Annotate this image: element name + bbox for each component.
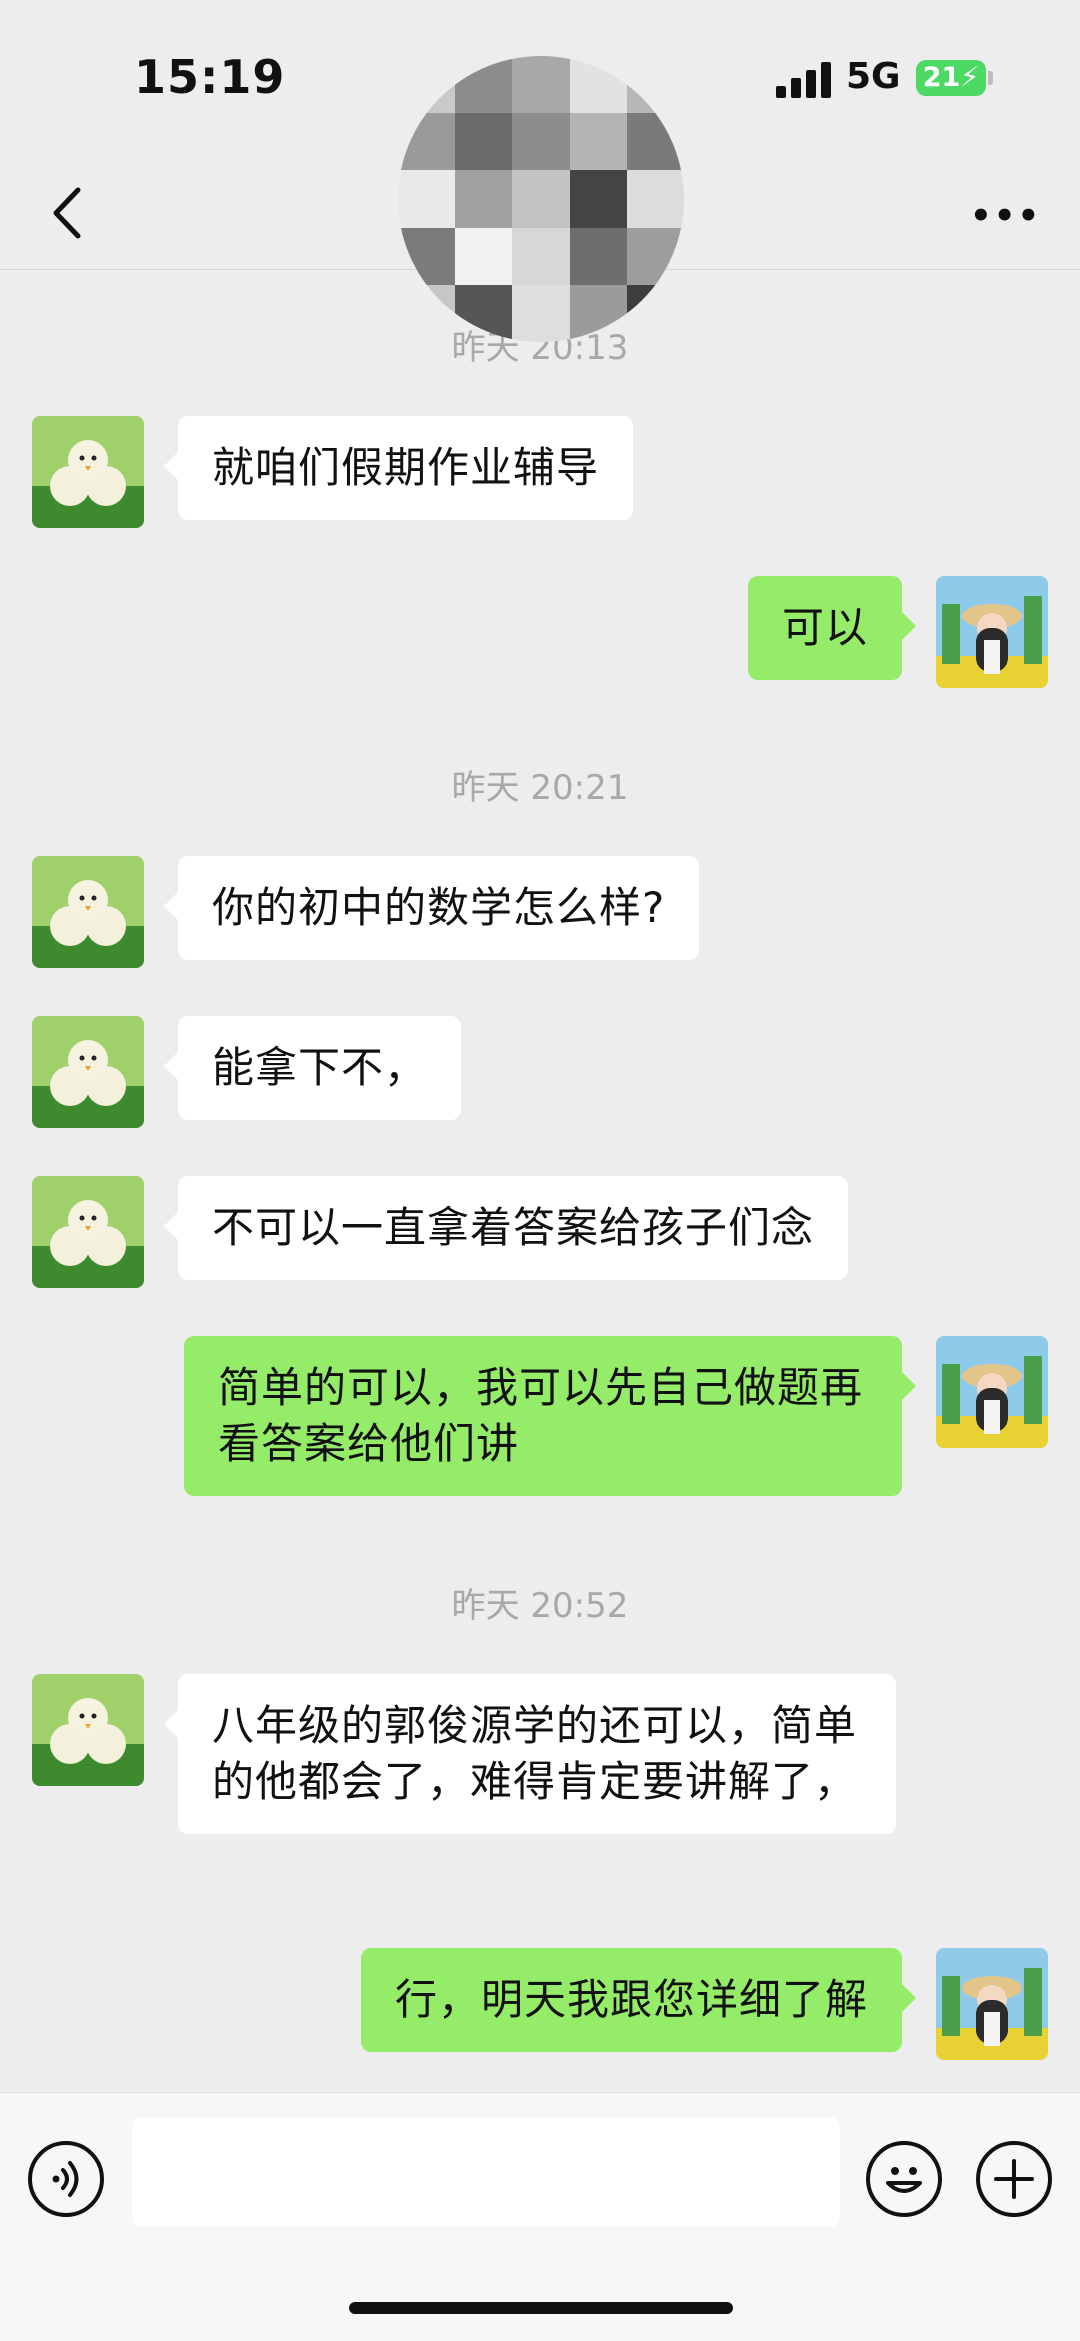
message-bubble-incoming[interactable]: 能拿下不，: [163, 1016, 462, 1120]
contact-avatar[interactable]: [32, 1176, 144, 1288]
voice-input-button[interactable]: [28, 2141, 104, 2217]
more-options-button[interactable]: •••: [970, 186, 1040, 246]
message-input[interactable]: [132, 2117, 840, 2227]
my-avatar[interactable]: [936, 576, 1048, 688]
message-bubble-incoming[interactable]: 八年级的郭俊源学的还可以，简单的他都会了，难得肯定要讲解了，: [164, 1674, 896, 1834]
contact-avatar[interactable]: [32, 416, 144, 528]
back-button[interactable]: [36, 178, 106, 248]
home-indicator[interactable]: [349, 2302, 733, 2314]
battery-cap: [988, 71, 993, 85]
voice-icon: [52, 2161, 79, 2197]
message-bubble-outgoing[interactable]: 可以: [747, 576, 917, 680]
message-bubble-incoming[interactable]: 不可以一直拿着答案给孩子们念: [163, 1176, 849, 1280]
message-bubble-incoming[interactable]: 你的初中的数学怎么样?: [163, 856, 700, 960]
status-time: 15:19: [134, 50, 286, 104]
more-functions-button[interactable]: [976, 2141, 1052, 2217]
message-bubble-outgoing[interactable]: 简单的可以，我可以先自己做题再看答案给他们讲: [184, 1336, 916, 1496]
battery-level: 21: [922, 62, 961, 93]
signal-icon: [776, 60, 832, 98]
emoji-icon: [886, 2167, 922, 2193]
chat-screen: 15:19 5G 21⚡ ••• 昨天 20:13 就咱们假期作业辅导 可以 昨…: [0, 0, 1080, 2341]
network-label: 5G: [846, 56, 901, 97]
message-bubble-incoming[interactable]: 就咱们假期作业辅导: [163, 416, 634, 520]
battery-icon: 21⚡: [916, 60, 986, 96]
emoji-button[interactable]: [866, 2141, 942, 2217]
blurred-contact-avatar: [398, 56, 684, 342]
my-avatar[interactable]: [936, 1336, 1048, 1448]
contact-avatar[interactable]: [32, 1016, 144, 1128]
chevron-left-icon: [53, 187, 81, 239]
contact-avatar[interactable]: [32, 1674, 144, 1786]
contact-avatar[interactable]: [32, 856, 144, 968]
message-bubble-outgoing[interactable]: 行，明天我跟您详细了解: [360, 1948, 917, 2052]
timestamp: 昨天 20:52: [451, 1586, 629, 1626]
my-avatar[interactable]: [936, 1948, 1048, 2060]
plus-icon: [994, 2159, 1034, 2199]
timestamp: 昨天 20:21: [451, 768, 629, 808]
